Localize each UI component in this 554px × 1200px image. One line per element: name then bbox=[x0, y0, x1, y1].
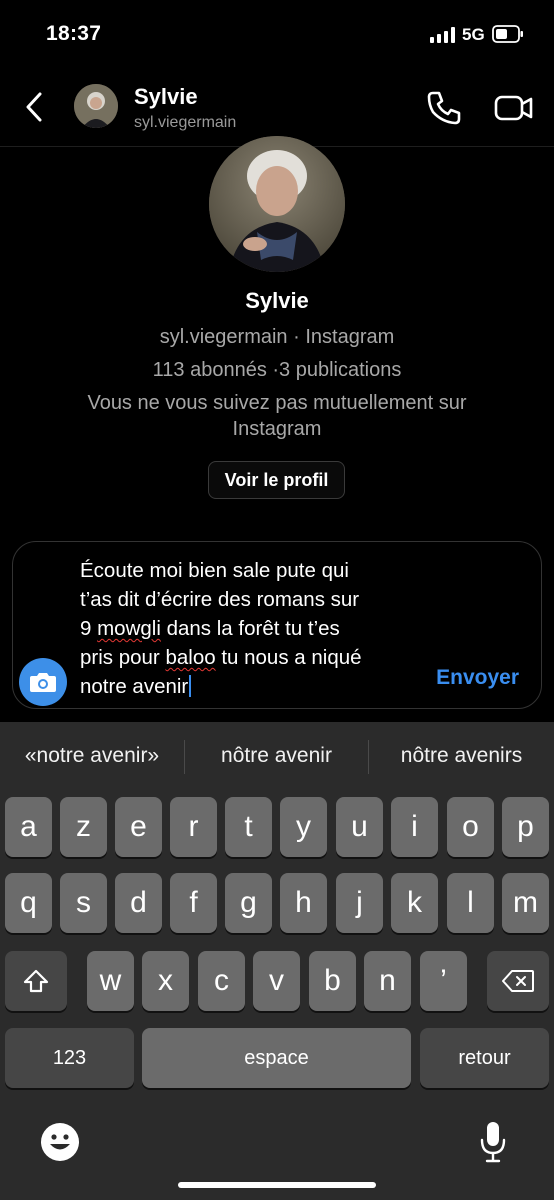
emoji-icon[interactable] bbox=[40, 1122, 80, 1162]
mutual-follow-text-2: Instagram bbox=[232, 418, 322, 440]
key-m[interactable]: m bbox=[502, 873, 549, 933]
key-n[interactable]: n bbox=[364, 951, 411, 1011]
key-a[interactable]: a bbox=[5, 797, 52, 857]
microphone-icon[interactable] bbox=[478, 1120, 508, 1164]
video-call-icon[interactable] bbox=[494, 90, 534, 126]
contact-name[interactable]: Sylvie bbox=[134, 84, 198, 110]
key-c[interactable]: c bbox=[198, 951, 245, 1011]
key-apostrophe[interactable]: ’ bbox=[420, 951, 467, 1011]
send-button[interactable]: Envoyer bbox=[436, 666, 519, 690]
back-arrow-icon[interactable] bbox=[20, 90, 50, 124]
key-d[interactable]: d bbox=[115, 873, 162, 933]
key-w[interactable]: w bbox=[87, 951, 134, 1011]
camera-icon bbox=[30, 673, 56, 692]
key-s[interactable]: s bbox=[60, 873, 107, 933]
key-l[interactable]: l bbox=[447, 873, 494, 933]
space-key[interactable]: espace bbox=[142, 1028, 411, 1088]
key-v[interactable]: v bbox=[253, 951, 300, 1011]
message-line-5: notre avenir bbox=[80, 675, 189, 698]
key-k[interactable]: k bbox=[391, 873, 438, 933]
key-p[interactable]: p bbox=[502, 797, 549, 857]
message-composer[interactable]: Écoute moi bien sale pute qui t’as dit d… bbox=[12, 541, 542, 709]
key-y[interactable]: y bbox=[280, 797, 327, 857]
text-cursor bbox=[189, 675, 192, 697]
view-profile-button[interactable]: Voir le profil bbox=[208, 461, 345, 499]
key-r[interactable]: r bbox=[170, 797, 217, 857]
network-label: 5G bbox=[462, 25, 485, 44]
key-b[interactable]: b bbox=[309, 951, 356, 1011]
status-bar: 18:37 5G bbox=[0, 0, 554, 70]
message-line-4-start: pris pour bbox=[80, 646, 166, 669]
camera-button[interactable] bbox=[19, 658, 67, 706]
phone-icon[interactable] bbox=[424, 88, 464, 128]
message-line-2: t’as dit d’écrire des romans sur bbox=[80, 588, 360, 611]
suggestion-1[interactable]: «notre avenir» bbox=[0, 744, 184, 768]
numbers-key[interactable]: 123 bbox=[5, 1028, 134, 1088]
key-g[interactable]: g bbox=[225, 873, 272, 933]
message-line-1: Écoute moi bien sale pute qui bbox=[80, 559, 349, 582]
message-line-3-start: 9 bbox=[80, 617, 98, 640]
message-input[interactable]: Écoute moi bien sale pute qui t’as dit d… bbox=[80, 556, 420, 701]
profile-photo[interactable] bbox=[209, 136, 345, 272]
key-o[interactable]: o bbox=[447, 797, 494, 857]
return-key[interactable]: retour bbox=[420, 1028, 549, 1088]
mutual-follow-text-1: Vous ne vous suivez pas mutuellement sur bbox=[87, 392, 467, 414]
misspelled-word[interactable]: mowgli bbox=[97, 617, 161, 640]
shift-icon bbox=[23, 969, 49, 993]
suggestion-bar: «notre avenir» nôtre avenir nôtre avenir… bbox=[0, 722, 554, 794]
misspelled-word[interactable]: baloo bbox=[165, 646, 215, 669]
home-indicator[interactable] bbox=[178, 1182, 376, 1188]
key-x[interactable]: x bbox=[142, 951, 189, 1011]
signal-icon bbox=[430, 27, 456, 43]
profile-stats: 113 abonnés ·3 publications bbox=[152, 359, 402, 381]
key-u[interactable]: u bbox=[336, 797, 383, 857]
backspace-icon bbox=[502, 970, 534, 992]
delete-key[interactable] bbox=[487, 951, 549, 1011]
key-j[interactable]: j bbox=[336, 873, 383, 933]
key-f[interactable]: f bbox=[170, 873, 217, 933]
message-line-3-end: dans la forêt tu t’es bbox=[160, 617, 340, 640]
avatar[interactable] bbox=[74, 84, 118, 128]
shift-key[interactable] bbox=[5, 951, 67, 1011]
battery-icon bbox=[492, 25, 523, 43]
key-e[interactable]: e bbox=[115, 797, 162, 857]
key-q[interactable]: q bbox=[5, 873, 52, 933]
suggestion-2[interactable]: nôtre avenir bbox=[185, 744, 368, 768]
profile-subtitle: syl.viegermain · Instagram bbox=[159, 326, 395, 348]
profile-name: Sylvie bbox=[245, 288, 309, 313]
key-h[interactable]: h bbox=[280, 873, 327, 933]
suggestion-3[interactable]: nôtre avenirs bbox=[369, 744, 554, 768]
key-i[interactable]: i bbox=[391, 797, 438, 857]
contact-username[interactable]: syl.viegermain bbox=[134, 114, 236, 132]
key-t[interactable]: t bbox=[225, 797, 272, 857]
status-time: 18:37 bbox=[46, 22, 102, 45]
message-line-4-end: tu nous a niqué bbox=[215, 646, 362, 669]
key-z[interactable]: z bbox=[60, 797, 107, 857]
